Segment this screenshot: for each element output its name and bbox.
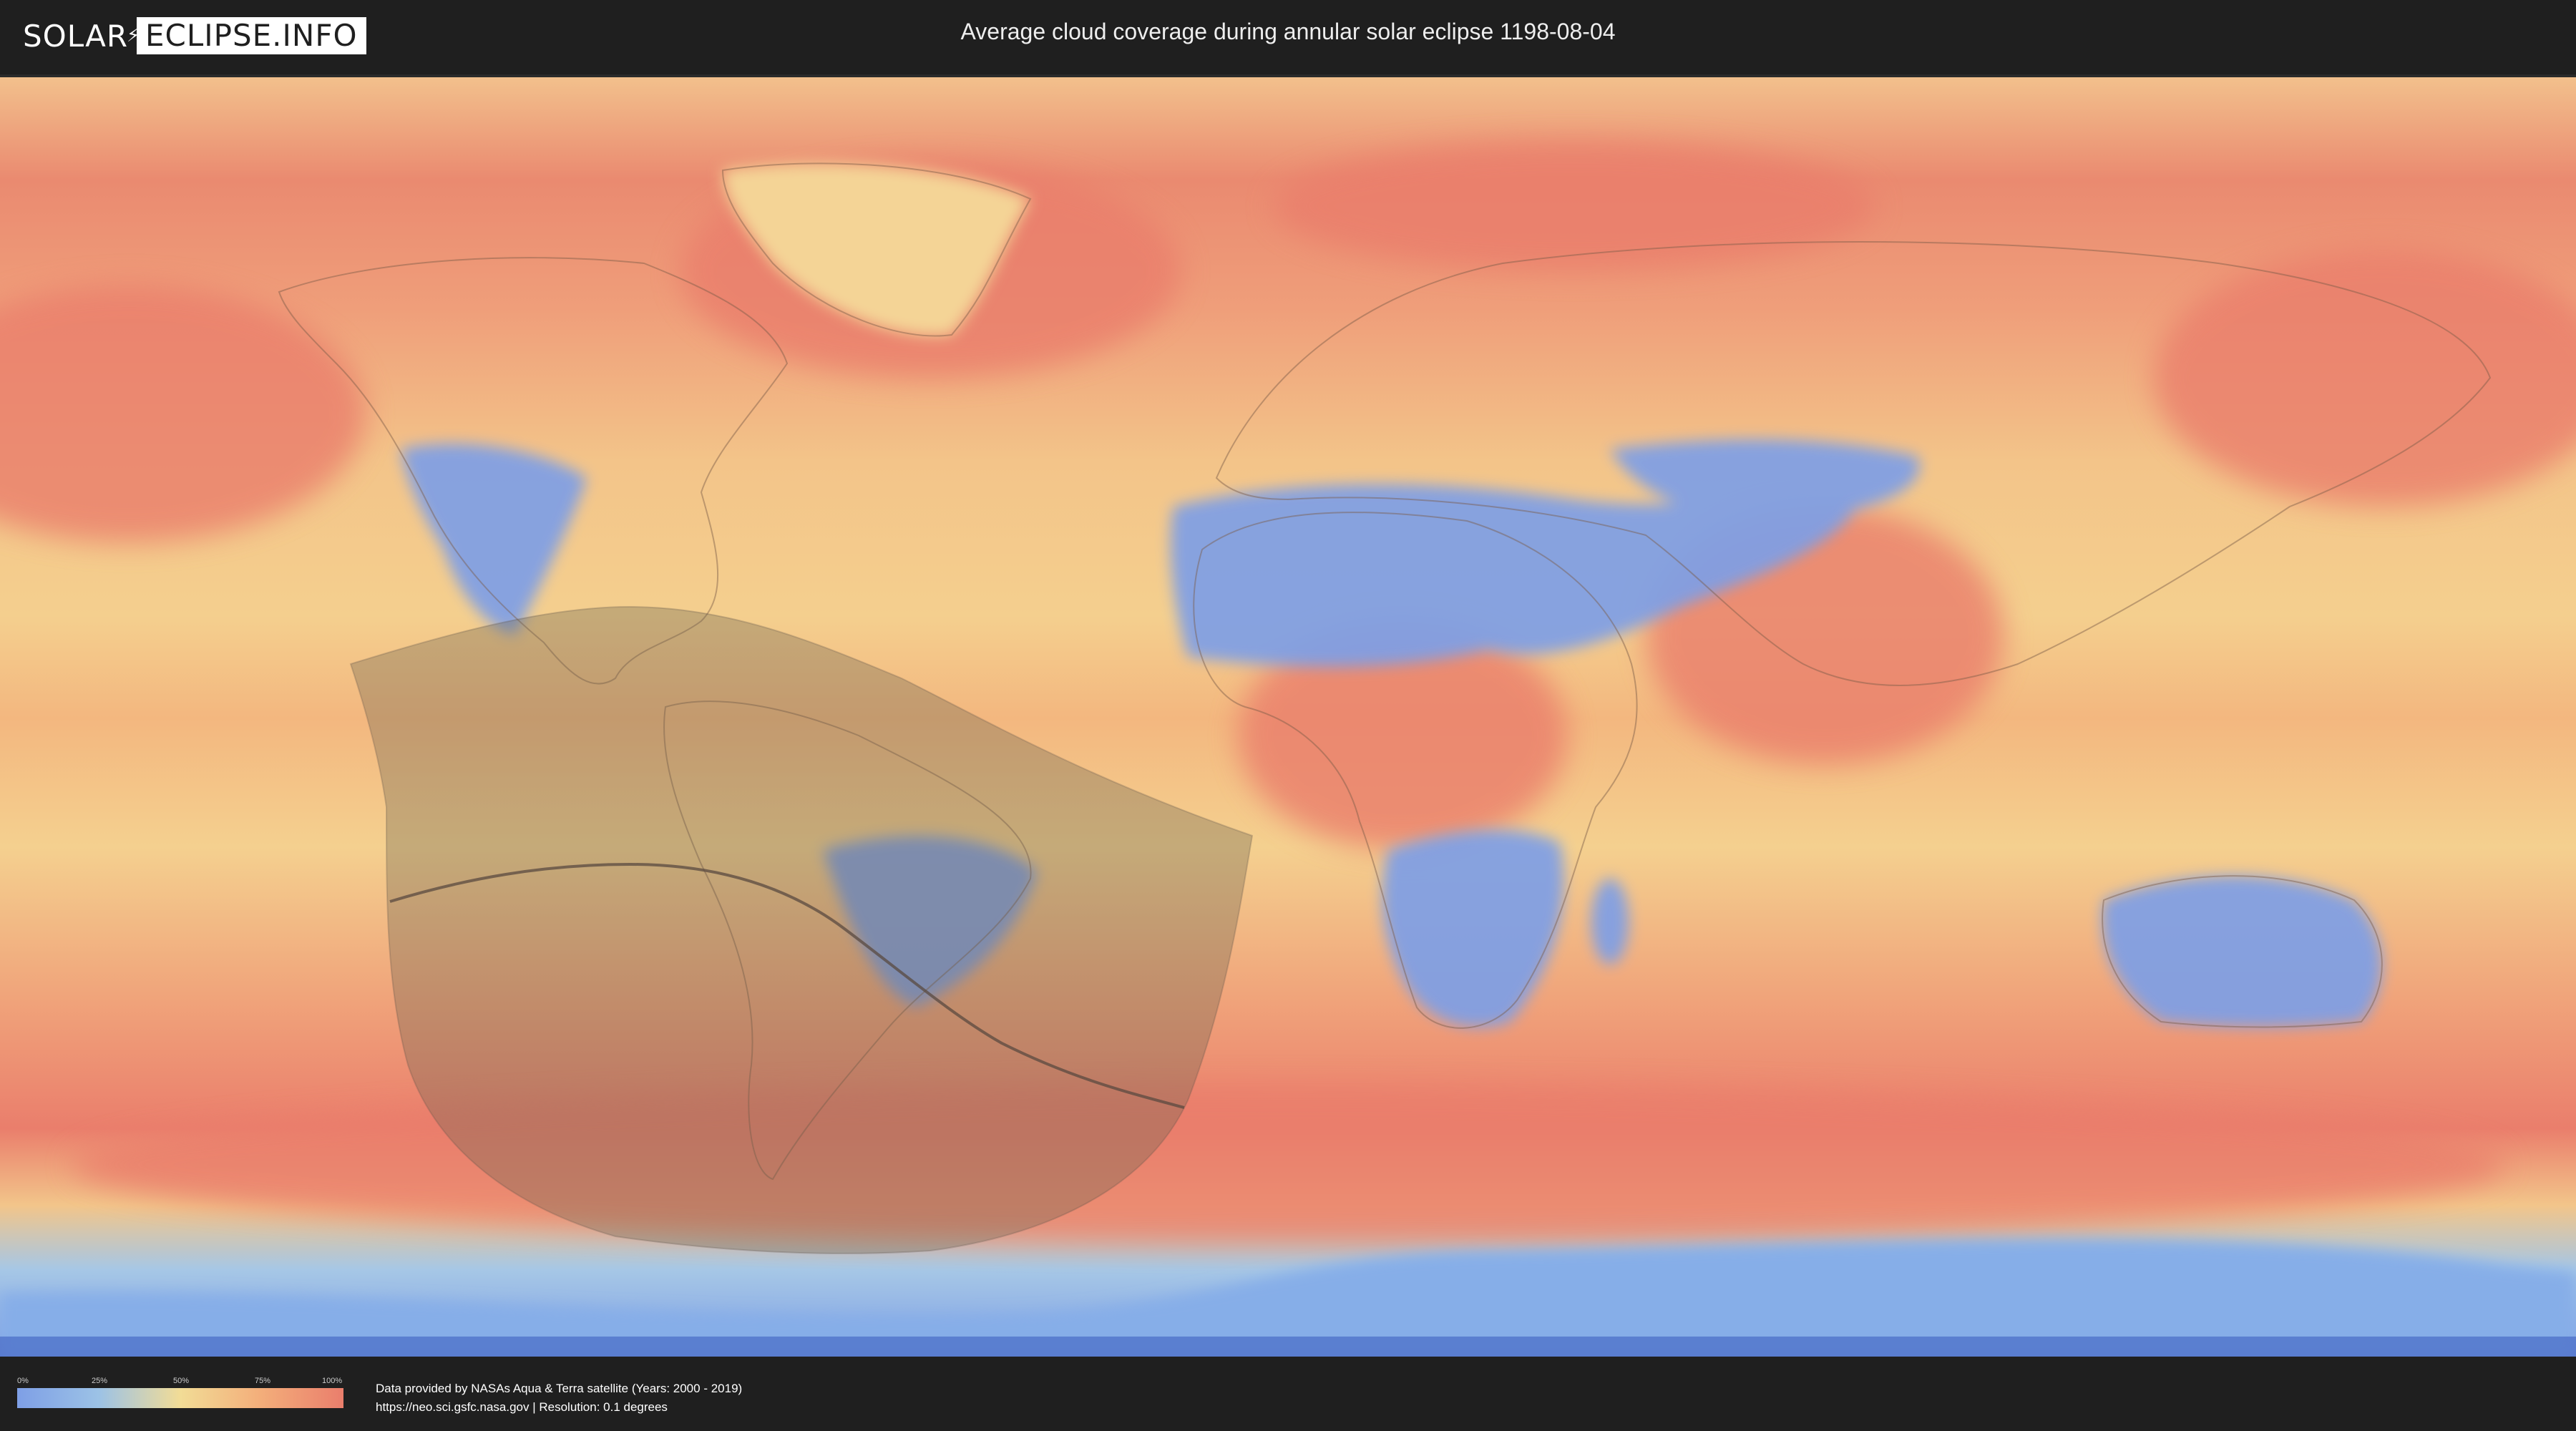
credit-line-2[interactable]: https://neo.sci.gsfc.nasa.gov | Resoluti… [376, 1398, 742, 1417]
legend-tick: 100% [322, 1377, 343, 1385]
legend-color-bar [17, 1388, 343, 1408]
page-title: Average cloud coverage during annular so… [960, 19, 1616, 44]
footer-bar: 0% 25% 50% 75% 100% Data provided by NAS… [0, 1357, 2576, 1431]
legend-tick: 75% [255, 1377, 271, 1385]
legend-ticks: 0% 25% 50% 75% 100% [17, 1377, 343, 1388]
legend-tick: 50% [173, 1377, 190, 1385]
world-map-svg [0, 77, 2576, 1359]
legend-tick: 0% [17, 1377, 29, 1385]
credit-line-1: Data provided by NASAs Aqua & Terra sate… [376, 1382, 743, 1395]
legend-tick: 25% [92, 1377, 108, 1385]
header-bar: SOLAR ⚡ ECLIPSE.INFO Average cloud cover… [0, 0, 2576, 72]
cloud-legend: 0% 25% 50% 75% 100% [17, 1377, 343, 1408]
data-credits: Data provided by NASAs Aqua & Terra sate… [376, 1379, 742, 1417]
cloud-coverage-map [0, 74, 2576, 1359]
